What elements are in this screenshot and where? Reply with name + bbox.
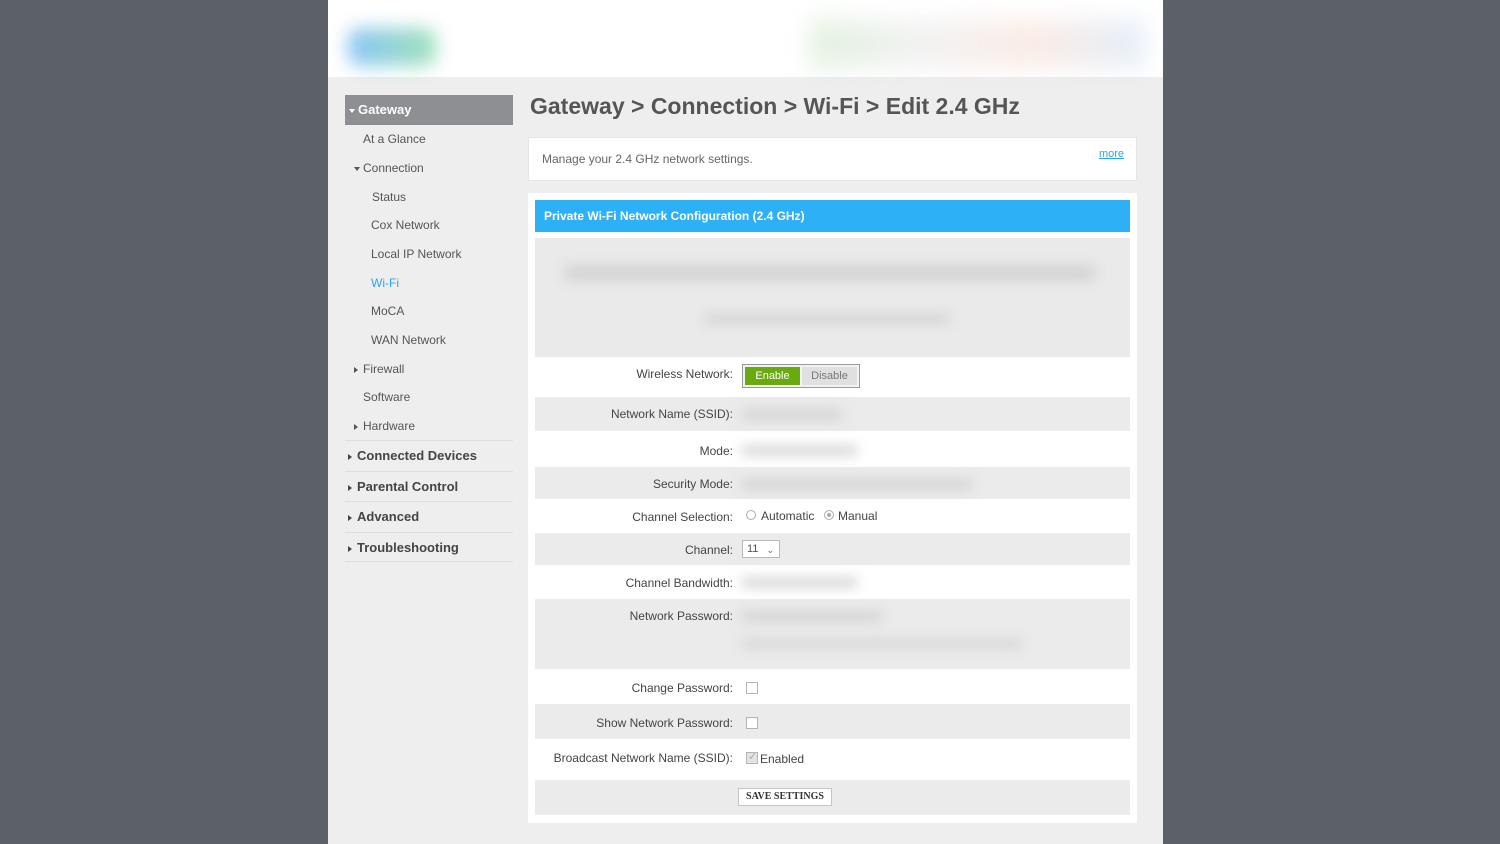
sidebar-section-label: Troubleshooting bbox=[357, 540, 459, 555]
sidebar-item-cox-network[interactable]: Cox Network bbox=[371, 218, 440, 232]
ssid-value bbox=[742, 410, 842, 419]
sidebar-item-wan-network[interactable]: WAN Network bbox=[371, 333, 446, 347]
sidebar-nav: Gateway bbox=[345, 95, 513, 125]
sidebar-item-hardware[interactable]: Hardware bbox=[354, 419, 415, 433]
show-password-checkbox[interactable] bbox=[746, 717, 758, 729]
sidebar-section-connected-devices[interactable]: Connected Devices bbox=[345, 440, 513, 470]
caret-right-icon bbox=[348, 545, 352, 552]
broadcast-ssid-checkbox[interactable] bbox=[746, 750, 758, 764]
form-row-channel bbox=[535, 533, 1130, 565]
header-banner bbox=[810, 20, 1145, 68]
network-password-label: Network Password: bbox=[629, 609, 733, 623]
channel-manual-radio[interactable] bbox=[824, 510, 834, 520]
caret-right-icon bbox=[354, 423, 358, 430]
form-row-change-password bbox=[535, 670, 1130, 703]
enable-button[interactable]: Enable bbox=[745, 367, 800, 385]
redacted-text bbox=[705, 315, 950, 323]
more-link[interactable]: more bbox=[1099, 148, 1124, 160]
channel-manual-label[interactable]: Manual bbox=[838, 509, 877, 523]
caret-down-icon bbox=[349, 108, 355, 113]
sidebar-section-troubleshooting[interactable]: Troubleshooting bbox=[345, 532, 513, 562]
wireless-network-toggle: Enable Disable bbox=[742, 364, 860, 388]
wireless-network-label: Wireless Network: bbox=[636, 367, 733, 381]
broadcast-ssid-label: Broadcast Network Name (SSID): bbox=[553, 751, 733, 765]
sidebar-section-advanced[interactable]: Advanced bbox=[345, 501, 513, 531]
sidebar-item-at-a-glance[interactable]: At a Glance bbox=[363, 132, 426, 146]
change-password-label: Change Password: bbox=[631, 681, 733, 695]
security-mode-value bbox=[742, 480, 972, 489]
page-title: Gateway > Connection > Wi-Fi > Edit 2.4 … bbox=[530, 93, 1020, 119]
channel-bandwidth-value bbox=[742, 578, 857, 587]
sidebar-item-software[interactable]: Software bbox=[363, 390, 410, 404]
sidebar-header-label: Gateway bbox=[358, 102, 412, 117]
channel-automatic-radio[interactable] bbox=[746, 510, 756, 520]
network-password-value bbox=[742, 612, 882, 621]
form-row-network-password bbox=[535, 599, 1130, 669]
password-hint bbox=[742, 640, 1022, 647]
security-mode-label: Security Mode: bbox=[652, 477, 733, 491]
show-password-label: Show Network Password: bbox=[596, 716, 733, 730]
sidebar-section-label: Advanced bbox=[357, 509, 420, 524]
channel-label: Channel: bbox=[684, 543, 733, 557]
sidebar-section-label: Parental Control bbox=[357, 479, 459, 494]
chevron-down-icon: ⌄ bbox=[766, 545, 774, 555]
sidebar-item-label: Firewall bbox=[363, 362, 405, 376]
caret-down-icon bbox=[354, 166, 360, 171]
sidebar-section-label: Connected Devices bbox=[357, 448, 477, 463]
sidebar-item-wifi[interactable]: Wi-Fi bbox=[371, 276, 399, 290]
sidebar-item-local-ip-network[interactable]: Local IP Network bbox=[371, 247, 462, 261]
brand-logo[interactable] bbox=[348, 28, 436, 66]
broadcast-enabled-label[interactable]: Enabled bbox=[760, 752, 804, 766]
mode-value bbox=[742, 446, 857, 455]
sidebar-item-status[interactable]: Status bbox=[372, 190, 406, 204]
caret-right-icon bbox=[354, 366, 358, 373]
caret-right-icon bbox=[348, 484, 352, 491]
sidebar-item-gateway[interactable]: Gateway bbox=[345, 95, 513, 125]
mode-label: Mode: bbox=[699, 444, 733, 458]
sidebar-item-firewall[interactable]: Firewall bbox=[354, 362, 404, 376]
ssid-label: Network Name (SSID): bbox=[610, 407, 733, 421]
caret-right-icon bbox=[348, 514, 352, 521]
redacted-text bbox=[565, 268, 1095, 278]
channel-select-value: 11 bbox=[747, 543, 759, 555]
panel-title: Private Wi-Fi Network Configuration (2.4… bbox=[535, 200, 1130, 232]
sidebar-item-label: Hardware bbox=[363, 419, 416, 433]
save-settings-button[interactable]: SAVE SETTINGS bbox=[738, 788, 832, 806]
channel-selection-label: Channel Selection: bbox=[632, 510, 733, 524]
description-box: Manage your 2.4 GHz network settings. mo… bbox=[528, 137, 1137, 181]
sidebar-section-parental-control[interactable]: Parental Control bbox=[345, 471, 513, 501]
channel-bandwidth-label: Channel Bandwidth: bbox=[625, 576, 733, 590]
channel-automatic-label[interactable]: Automatic bbox=[761, 509, 814, 523]
caret-right-icon bbox=[348, 453, 352, 460]
channel-select[interactable]: 11 ⌄ bbox=[742, 540, 780, 558]
description-text: Manage your 2.4 GHz network settings. bbox=[542, 152, 753, 166]
sidebar-item-connection[interactable]: Connection bbox=[354, 161, 424, 175]
sidebar-item-label: Connection bbox=[363, 161, 424, 175]
change-password-checkbox[interactable] bbox=[746, 682, 758, 694]
form-footer bbox=[535, 780, 1130, 815]
redacted-info-block bbox=[535, 238, 1130, 357]
disable-button[interactable]: Disable bbox=[802, 367, 857, 385]
sidebar-item-moca[interactable]: MoCA bbox=[371, 304, 404, 318]
